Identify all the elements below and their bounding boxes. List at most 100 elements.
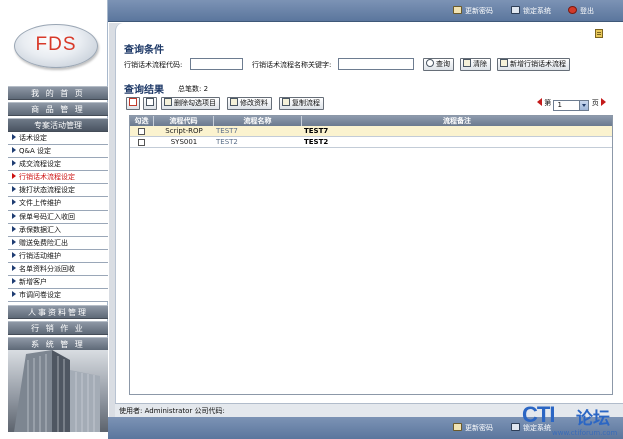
submenu-item[interactable]: 名单资料分派回收 bbox=[8, 262, 108, 277]
col-select-header: 勾选 bbox=[130, 116, 154, 126]
sidebar: FDS 我 的 首 页 商 品 管 理 专案活动管理 话术设定 Q&A 设定 成… bbox=[0, 0, 108, 432]
col-code-header[interactable]: 流程代码 bbox=[154, 116, 214, 126]
delete-selected-button[interactable]: 删除勾选项目 bbox=[161, 97, 220, 110]
submenu-item[interactable]: 保单号码汇入收回 bbox=[8, 210, 108, 224]
total-count: 总笔数: 2 bbox=[178, 85, 209, 93]
bottom-change-password-link[interactable]: 更新密码 bbox=[453, 422, 493, 434]
logout-link[interactable]: 登出 bbox=[568, 5, 594, 17]
triangle-bullet-icon bbox=[12, 238, 16, 245]
checkbox-icon bbox=[146, 98, 154, 106]
submenu-item[interactable]: 赠送免费险汇出 bbox=[8, 236, 108, 250]
row-checkbox[interactable] bbox=[138, 139, 145, 146]
logo: FDS bbox=[10, 20, 102, 74]
row-remark: TEST7 bbox=[304, 127, 329, 135]
next-page-icon[interactable] bbox=[600, 98, 606, 106]
power-icon bbox=[568, 6, 577, 14]
results-table: 勾选 流程代码 流程名称 流程备注 Script-ROP TEST7 TEST7… bbox=[129, 115, 613, 395]
copy-icon bbox=[282, 98, 290, 106]
ctiforum-watermark: CTI 论坛 www.ctiforum.com bbox=[522, 402, 622, 438]
row-code: SYS001 bbox=[170, 138, 198, 146]
triangle-bullet-icon bbox=[12, 134, 16, 140]
menu-campaign-management[interactable]: 专案活动管理 bbox=[8, 118, 108, 132]
submenu-item[interactable]: 新增客户 bbox=[8, 276, 108, 290]
lock-icon bbox=[511, 423, 520, 431]
magnifier-icon bbox=[426, 59, 434, 67]
edit-data-button[interactable]: 修改资料 bbox=[227, 97, 272, 110]
logo-text: FDS bbox=[35, 34, 77, 55]
copy-flow-button[interactable]: 复制流程 bbox=[279, 97, 324, 110]
pager: 第 1 页 bbox=[537, 98, 606, 111]
col-name-header[interactable]: 流程名称 bbox=[214, 116, 302, 126]
watermark-brand: CTI bbox=[522, 402, 555, 427]
row-code: Script-ROP bbox=[165, 127, 203, 135]
eraser-icon bbox=[463, 59, 471, 67]
col-remark-header[interactable]: 流程备注 bbox=[302, 116, 612, 126]
table-row[interactable]: Script-ROP TEST7 TEST7 bbox=[130, 126, 612, 137]
row-name: TEST7 bbox=[216, 127, 238, 135]
lock-icon bbox=[511, 6, 520, 14]
results-section-title: 查询结果 bbox=[124, 85, 164, 96]
submenu-item[interactable]: 成交流程设定 bbox=[8, 158, 108, 172]
edit-icon bbox=[230, 98, 238, 106]
menu-product-management[interactable]: 商 品 管 理 bbox=[8, 102, 108, 116]
change-password-link[interactable]: 更新密码 bbox=[453, 5, 493, 17]
notepad-icon[interactable] bbox=[595, 29, 603, 38]
submenu-item-current[interactable]: 行销话术流程设定 bbox=[8, 171, 108, 185]
top-bar: 更新密码 锁定系统 登出 bbox=[108, 0, 623, 22]
menu-hr-management[interactable]: 人事资料管理 bbox=[8, 305, 108, 319]
triangle-bullet-icon bbox=[12, 251, 16, 258]
query-section-title: 查询条件 bbox=[124, 45, 164, 56]
submenu-item[interactable]: 文件上传维护 bbox=[8, 197, 108, 211]
row-remark: TEST2 bbox=[304, 138, 329, 146]
triangle-bullet-icon bbox=[12, 147, 16, 154]
prev-page-icon[interactable] bbox=[537, 98, 542, 106]
key-icon bbox=[453, 423, 462, 431]
main-area: 查询条件 行销话术流程代码: 行销话术流程名称关键字: 查询 清除 新增行销话术… bbox=[109, 23, 623, 432]
menu-home[interactable]: 我 的 首 页 bbox=[8, 86, 108, 100]
submenu-item[interactable]: 拨打状态流程设定 bbox=[8, 184, 108, 198]
submenu-item[interactable]: 行销活动维护 bbox=[8, 249, 108, 263]
table-header: 勾选 流程代码 流程名称 流程备注 bbox=[130, 116, 612, 126]
flow-code-input[interactable] bbox=[190, 58, 243, 70]
triangle-bullet-icon bbox=[12, 291, 16, 298]
campaign-submenu: 话术设定 Q&A 设定 成交流程设定 行销话术流程设定 拨打状态流程设定 文件上… bbox=[8, 132, 108, 303]
new-document-icon bbox=[500, 59, 508, 67]
pencil-icon bbox=[129, 98, 137, 106]
flow-name-keyword-input[interactable] bbox=[338, 58, 414, 70]
menu-system-management[interactable]: 系 统 管 理 bbox=[8, 337, 108, 351]
delete-icon bbox=[164, 98, 172, 106]
submenu-item[interactable]: 市调问卷设定 bbox=[8, 289, 108, 303]
add-flow-button[interactable]: 新增行销话术流程 bbox=[497, 58, 570, 71]
search-button[interactable]: 查询 bbox=[423, 58, 454, 71]
row-checkbox[interactable] bbox=[138, 128, 145, 135]
triangle-bullet-icon bbox=[12, 160, 16, 167]
flow-code-label: 行销话术流程代码: bbox=[124, 61, 183, 69]
edit-pencil-button[interactable] bbox=[126, 97, 140, 110]
lock-system-link[interactable]: 锁定系统 bbox=[511, 5, 551, 17]
status-text: 使用者: Administrator 公司代码: bbox=[119, 407, 225, 415]
row-name: TEST2 bbox=[216, 138, 238, 146]
triangle-bullet-icon bbox=[12, 264, 16, 271]
triangle-bullet-icon bbox=[12, 212, 16, 219]
flow-name-keyword-label: 行销话术流程名称关键字: bbox=[252, 61, 332, 69]
submenu-item[interactable]: Q&A 设定 bbox=[8, 145, 108, 159]
triangle-bullet-icon bbox=[12, 186, 16, 193]
menu-marketing-ops[interactable]: 行 销 作 业 bbox=[8, 321, 108, 335]
building-image bbox=[8, 350, 108, 432]
chevron-down-icon bbox=[579, 101, 589, 110]
triangle-bullet-icon bbox=[12, 278, 16, 285]
building-illustration bbox=[14, 350, 100, 432]
page-select[interactable]: 1 bbox=[553, 100, 590, 111]
watermark-url: www.ctiforum.com bbox=[552, 429, 618, 437]
watermark-brand-cn: 论坛 bbox=[576, 409, 610, 429]
submenu-item[interactable]: 话术设定 bbox=[8, 132, 108, 146]
triangle-bullet-icon bbox=[12, 173, 16, 180]
table-row[interactable]: SYS001 TEST2 TEST2 bbox=[130, 137, 612, 148]
submenu-item[interactable]: 承保数据汇入 bbox=[8, 223, 108, 237]
clear-button[interactable]: 清除 bbox=[460, 58, 491, 71]
key-icon bbox=[453, 6, 462, 14]
triangle-bullet-icon bbox=[12, 199, 16, 206]
triangle-bullet-icon bbox=[12, 225, 16, 232]
select-all-button[interactable] bbox=[143, 97, 157, 110]
content-panel: 查询条件 行销话术流程代码: 行销话术流程名称关键字: 查询 清除 新增行销话术… bbox=[115, 23, 623, 432]
